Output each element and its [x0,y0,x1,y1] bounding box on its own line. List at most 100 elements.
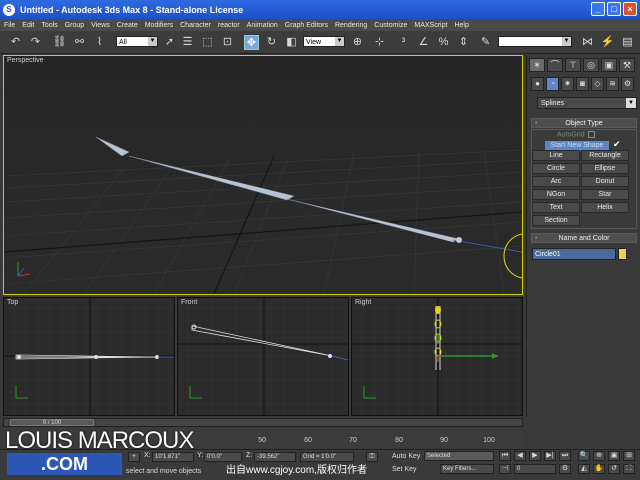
set-key-button[interactable]: Set Key [392,466,417,473]
systems-icon[interactable]: ⚙ [621,77,634,91]
hierarchy-tab-icon[interactable]: ⊤ [565,58,581,72]
key-filters-button[interactable]: Key Filters... [440,464,494,474]
helpers-icon[interactable]: ◇ [591,77,604,91]
menu-edit[interactable]: Edit [22,22,34,29]
mirror-icon[interactable]: ⋈ [580,35,595,50]
select-and-scale-icon[interactable]: ◧ [284,35,299,50]
reference-coordinate-dropdown[interactable]: View ▼ [303,36,345,47]
snap-toggle-icon[interactable]: ³ [396,35,411,50]
close-button[interactable]: × [623,2,637,16]
menu-create[interactable]: Create [117,22,138,29]
menu-modifiers[interactable]: Modifiers [145,22,173,29]
autogrid-checkbox[interactable]: AutoGrid [557,131,595,138]
layer-manager-icon[interactable]: ▤ [620,35,635,50]
name-and-color-rollout-header[interactable]: - Name and Color [531,233,637,243]
named-selection-icon[interactable]: ✎ [478,35,493,50]
select-and-manipulate-icon[interactable]: ⊹ [372,35,387,50]
maximize-viewport-icon[interactable]: ⛶ [623,464,635,474]
zoom-extents-all-icon[interactable]: ⊞ [623,451,635,461]
time-slider[interactable]: 0 / 100 [3,418,523,427]
motion-tab-icon[interactable]: ◎ [583,58,599,72]
time-configuration-icon[interactable]: ⚙ [559,464,571,474]
create-tab-icon[interactable]: ✶ [529,58,545,72]
next-frame-icon[interactable]: ▶| [544,451,556,461]
ngon-button[interactable]: NGon [532,189,580,200]
spinner-snap-icon[interactable]: ⇕ [456,35,471,50]
rectangular-selection-icon[interactable]: ⬚ [200,35,215,50]
arc-button[interactable]: Arc [532,176,580,187]
align-icon[interactable]: ⚡ [600,35,615,50]
menu-graph-editors[interactable]: Graph Editors [285,22,328,29]
go-to-start-icon[interactable]: ⏮ [499,451,511,461]
menu-views[interactable]: Views [91,22,110,29]
menu-character[interactable]: Character [180,22,211,29]
menu-maxscript[interactable]: MAXScript [414,22,447,29]
zoom-all-icon[interactable]: ⊕ [593,451,605,461]
bind-space-warp-icon[interactable]: ⌇ [92,35,107,50]
display-tab-icon[interactable]: ▣ [601,58,617,72]
named-selection-sets-dropdown[interactable]: ▼ [498,36,572,47]
time-slider-thumb[interactable]: 0 / 100 [10,419,94,426]
pan-icon[interactable]: ✋ [593,464,605,474]
select-and-move-icon[interactable]: ✥ [244,35,259,50]
circle-button[interactable]: Circle [532,163,580,174]
line-button[interactable]: Line [532,150,580,161]
rectangle-button[interactable]: Rectangle [581,150,629,161]
front-viewport[interactable]: Front [177,297,349,416]
unlink-icon[interactable]: ⚯ [72,35,87,50]
ellipse-button[interactable]: Ellipse [581,163,629,174]
top-viewport[interactable]: Top [3,297,175,416]
space-warps-icon[interactable]: ≋ [606,77,619,91]
lights-icon[interactable]: ✷ [561,77,574,91]
object-name-field[interactable]: Circle01 [532,248,616,260]
right-viewport[interactable]: Right [351,297,523,416]
section-button[interactable]: Section [532,215,580,226]
key-mode-icon[interactable]: ⚿ [366,452,378,462]
menu-file[interactable]: File [4,22,15,29]
donut-button[interactable]: Donut [581,176,629,187]
object-color-swatch[interactable] [618,248,627,260]
geometry-icon[interactable]: ● [531,77,544,91]
category-dropdown[interactable]: Splines ▼ [537,97,637,109]
window-crossing-icon[interactable]: ⊡ [220,35,235,50]
select-by-name-icon[interactable]: ☰ [180,35,195,50]
previous-frame-icon[interactable]: ◀ [514,451,526,461]
menu-customize[interactable]: Customize [374,22,407,29]
object-type-rollout-header[interactable]: - Object Type [531,118,637,128]
auto-key-button[interactable]: Auto Key [392,453,420,460]
3dsmax-icon[interactable]: S [3,3,15,16]
menu-tools[interactable]: Tools [41,22,57,29]
helix-button[interactable]: Helix [581,202,629,213]
selection-filter-dropdown[interactable]: All ▼ [116,36,158,47]
menu-help[interactable]: Help [454,22,468,29]
minimize-button[interactable]: _ [591,2,605,16]
undo-icon[interactable]: ↶ [8,35,23,50]
orbit-icon[interactable]: ↺ [608,464,620,474]
text-button[interactable]: Text [532,202,580,213]
play-icon[interactable]: ▶ [529,451,541,461]
select-and-rotate-icon[interactable]: ↻ [264,35,279,50]
redo-icon[interactable]: ↷ [28,35,43,50]
zoom-extents-icon[interactable]: ▣ [608,451,620,461]
current-frame-field[interactable]: 0 [514,464,556,474]
menu-animation[interactable]: Animation [247,22,278,29]
menu-group[interactable]: Group [65,22,84,29]
key-mode-toggle-icon[interactable]: ⊣ [499,464,511,474]
viewport-label[interactable]: Top [7,299,18,306]
viewport-label[interactable]: Front [181,299,197,306]
maximize-button[interactable]: □ [607,2,621,16]
field-of-view-icon[interactable]: ◭ [578,464,590,474]
menu-reactor[interactable]: reactor [218,22,240,29]
perspective-viewport[interactable]: Perspective [3,55,523,295]
selection-set-dropdown[interactable]: Selected [424,451,494,461]
utilities-tab-icon[interactable]: ⚒ [619,58,635,72]
go-to-end-icon[interactable]: ⏭ [559,451,571,461]
shapes-icon[interactable]: ◔ [546,77,559,91]
link-icon[interactable]: ⛓ [52,35,67,50]
viewport-label[interactable]: Right [355,299,371,306]
cameras-icon[interactable]: ◙ [576,77,589,91]
menu-rendering[interactable]: Rendering [335,22,367,29]
viewport-label[interactable]: Perspective [7,57,44,64]
percent-snap-icon[interactable]: % [436,35,451,50]
select-object-icon[interactable]: ➚ [162,35,177,50]
